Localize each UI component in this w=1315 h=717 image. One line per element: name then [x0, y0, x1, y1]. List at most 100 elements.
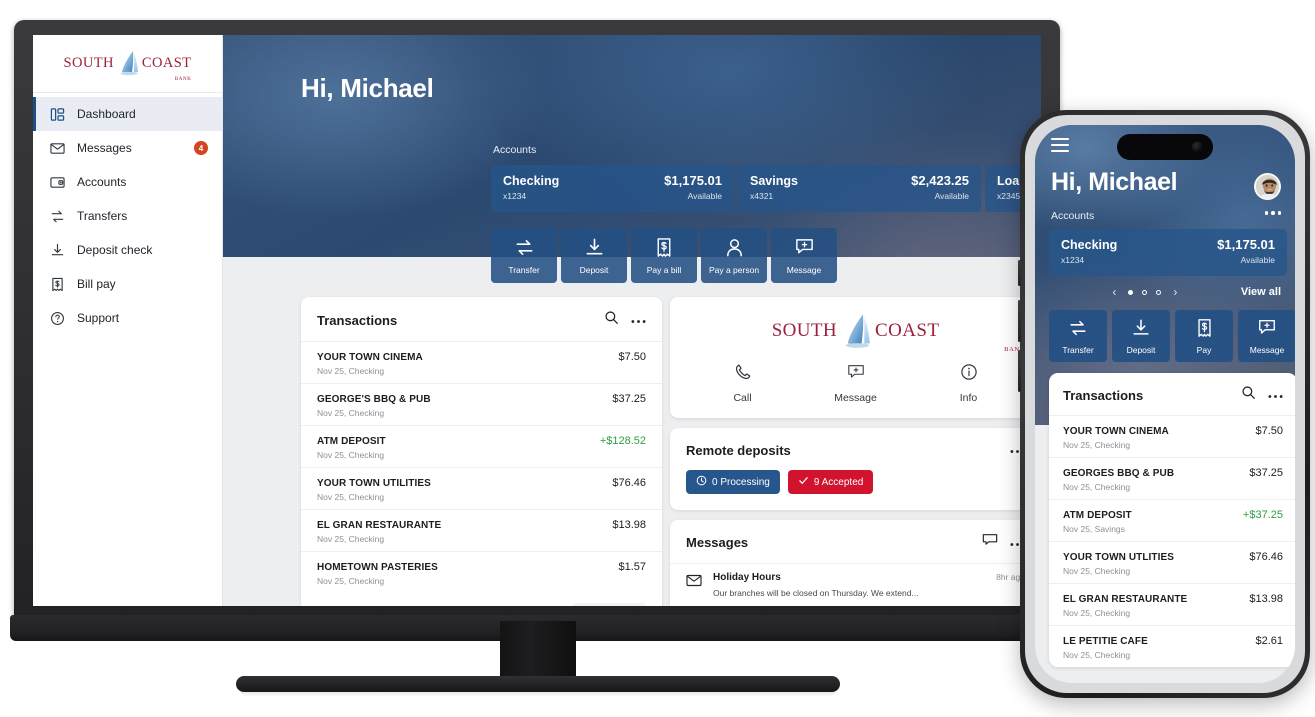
search-icon[interactable] — [1241, 385, 1256, 405]
quick-actions: Transfer Deposit Pay a bill Pay a person… — [491, 228, 837, 283]
table-row[interactable]: GEORGES BBQ & PUB $37.25 Nov 25, Checkin… — [1049, 457, 1295, 499]
transaction-meta: Nov 25, Checking — [1063, 566, 1131, 576]
info-button[interactable]: Info — [912, 363, 1025, 404]
table-row[interactable]: EL GRAN RESTAURANTE $13.98 Nov 25, Check… — [301, 509, 663, 551]
dynamic-island — [1117, 134, 1213, 160]
quick-action-deposit[interactable]: Deposit — [561, 228, 627, 283]
volume-up-button[interactable] — [1018, 300, 1021, 342]
mobile-account-card-checking[interactable]: Checking $1,175.01 x1234 Available — [1049, 229, 1287, 276]
volume-down-button[interactable] — [1018, 350, 1021, 392]
transaction-name: GEORGES BBQ & PUB — [1063, 468, 1175, 479]
quick-action-transfer[interactable]: Transfer — [1049, 310, 1107, 362]
sidebar-item-deposit-check[interactable]: Deposit check — [33, 233, 222, 267]
sidebar-label: Accounts — [77, 175, 127, 189]
transaction-amount: $1.57 — [618, 561, 647, 573]
messages-title: Messages — [686, 535, 749, 550]
carousel-dot-2[interactable] — [1142, 289, 1148, 295]
quick-action-transfer[interactable]: Transfer — [491, 228, 557, 283]
status-badge-accepted[interactable]: 9 Accepted — [787, 470, 874, 494]
monitor-stand-neck — [500, 621, 576, 679]
quick-action-deposit[interactable]: Deposit — [1112, 310, 1170, 362]
compose-message-icon[interactable] — [982, 533, 998, 552]
account-sublabel: Available — [687, 191, 722, 201]
contact-action-label: Info — [959, 392, 978, 404]
status-badge-processing[interactable]: 0 Processing — [686, 470, 780, 494]
table-row[interactable]: YOUR TOWN UTILITIES $76.46 Nov 25, Check… — [301, 467, 663, 509]
transaction-meta: Nov 25, Checking — [1063, 608, 1131, 618]
mobile-page-title: Hi, Michael — [1051, 168, 1178, 196]
mobile-more-button[interactable] — [1264, 211, 1281, 215]
desktop-main: Hi, Michael Accounts Checking $1,175.01 … — [223, 35, 1041, 606]
sidebar-item-dashboard[interactable]: Dashboard — [33, 97, 222, 131]
quick-action-message[interactable]: Message — [771, 228, 837, 283]
logo-word-south: South — [63, 55, 114, 71]
sidebar-item-accounts[interactable]: Accounts — [33, 165, 222, 199]
avatar[interactable] — [1254, 173, 1281, 200]
carousel-prev-icon[interactable]: ‹ — [1109, 285, 1119, 299]
sidebar-item-bill-pay[interactable]: Bill pay — [33, 267, 222, 301]
more-options-icon[interactable] — [1268, 386, 1283, 404]
transaction-amount: $7.50 — [1255, 425, 1283, 437]
messages-card-header: Messages — [670, 520, 1041, 563]
table-row[interactable]: GEORGE'S BBQ & PUB $37.25 Nov 25, Checki… — [301, 383, 663, 425]
transaction-name: YOUR TOWN UTLITIES — [1063, 552, 1175, 563]
table-row[interactable]: LE PETITIE CAFE $2.61 Nov 25, Checking — [1049, 625, 1295, 667]
transaction-meta: Nov 25, Checking — [1063, 482, 1131, 492]
mobile-transactions-header: Transactions — [1049, 373, 1295, 415]
transactions-card: Transactions YOUR TOWN CINEMA $7.50 Nov … — [301, 297, 663, 606]
table-row[interactable]: ATM DEPOSIT +$128.52 Nov 25, Checking — [301, 425, 663, 467]
sidebar-label: Dashboard — [77, 107, 136, 121]
quick-action-label: Pay a person — [708, 264, 760, 275]
quick-action-label: Message — [1249, 345, 1285, 355]
sidebar-item-transfers[interactable]: Transfers — [33, 199, 222, 233]
message-title: Holiday Hours — [713, 572, 781, 583]
quick-action-message[interactable]: Message — [1238, 310, 1295, 362]
sidebar-label: Messages — [77, 141, 132, 155]
account-name: Checking — [503, 174, 560, 188]
mobile-accounts-carousel-controls: ‹ › View all — [1035, 285, 1295, 299]
sidebar-label: Transfers — [77, 209, 128, 223]
transaction-amount: $2.61 — [1255, 635, 1283, 647]
contact-card: South Coast BANK — [670, 297, 1041, 418]
table-row[interactable]: YOUR TOWN CINEMA $7.50 Nov 25, Checking — [1049, 415, 1295, 457]
messages-card: Messages Holiday Hours 8hr ago Our branc… — [670, 520, 1041, 606]
table-row[interactable]: YOUR TOWN UTLITIES $76.46 Nov 25, Checki… — [1049, 541, 1295, 583]
sidebar-item-messages[interactable]: Messages 4 — [33, 131, 222, 165]
sail-icon — [838, 313, 874, 349]
carousel-dot-1[interactable] — [1128, 289, 1134, 295]
view-all-button[interactable]: View all — [1241, 286, 1281, 298]
carousel-dot-3[interactable] — [1156, 289, 1162, 295]
volume-button[interactable] — [1018, 260, 1021, 286]
account-number: x4321 — [750, 191, 774, 201]
account-card-savings[interactable]: Savings $2,423.25 x4321 Available — [738, 165, 981, 212]
quick-action-label: Transfer — [508, 264, 540, 275]
message-preview: Our branches will be closed on Thursday.… — [713, 588, 919, 598]
list-item[interactable]: Holiday Hours 8hr ago Our branches will … — [670, 563, 1041, 606]
transaction-name: YOUR TOWN UTILITIES — [317, 478, 431, 489]
message-button[interactable]: Message — [799, 363, 912, 404]
desktop-monitor: South — [10, 20, 1064, 641]
contact-action-label: Call — [733, 392, 752, 404]
table-row[interactable]: ATM DEPOSIT +$37.25 Nov 25, Savings — [1049, 499, 1295, 541]
see-more-button[interactable]: See more — [572, 603, 647, 606]
table-row[interactable]: HOMETOWN PASTERIES $1.57 Nov 25, Checkin… — [301, 551, 663, 593]
account-card-checking[interactable]: Checking $1,175.01 x1234 Available — [491, 165, 734, 212]
transaction-amount: $13.98 — [612, 519, 647, 531]
quick-action-pay[interactable]: Pay — [1175, 310, 1233, 362]
deposit-icon — [583, 237, 605, 259]
table-row[interactable]: YOUR TOWN CINEMA $7.50 Nov 25, Checking — [301, 341, 663, 383]
check-icon — [798, 475, 809, 489]
quick-action-pay-a-bill[interactable]: Pay a bill — [631, 228, 697, 283]
more-options-icon[interactable] — [631, 311, 646, 329]
search-icon[interactable] — [604, 310, 619, 330]
account-number: x1234 — [503, 191, 527, 201]
receipt-icon — [1193, 317, 1215, 339]
call-button[interactable]: Call — [686, 363, 799, 404]
sidebar-item-support[interactable]: Support — [33, 301, 222, 335]
carousel-next-icon[interactable]: › — [1170, 285, 1180, 299]
quick-action-pay-a-person[interactable]: Pay a person — [701, 228, 767, 283]
account-amount: $1,175.01 — [664, 173, 722, 188]
quick-action-label: Message — [786, 264, 822, 275]
menu-icon[interactable] — [1051, 138, 1069, 156]
table-row[interactable]: EL GRAN RESTAURANTE $13.98 Nov 25, Check… — [1049, 583, 1295, 625]
